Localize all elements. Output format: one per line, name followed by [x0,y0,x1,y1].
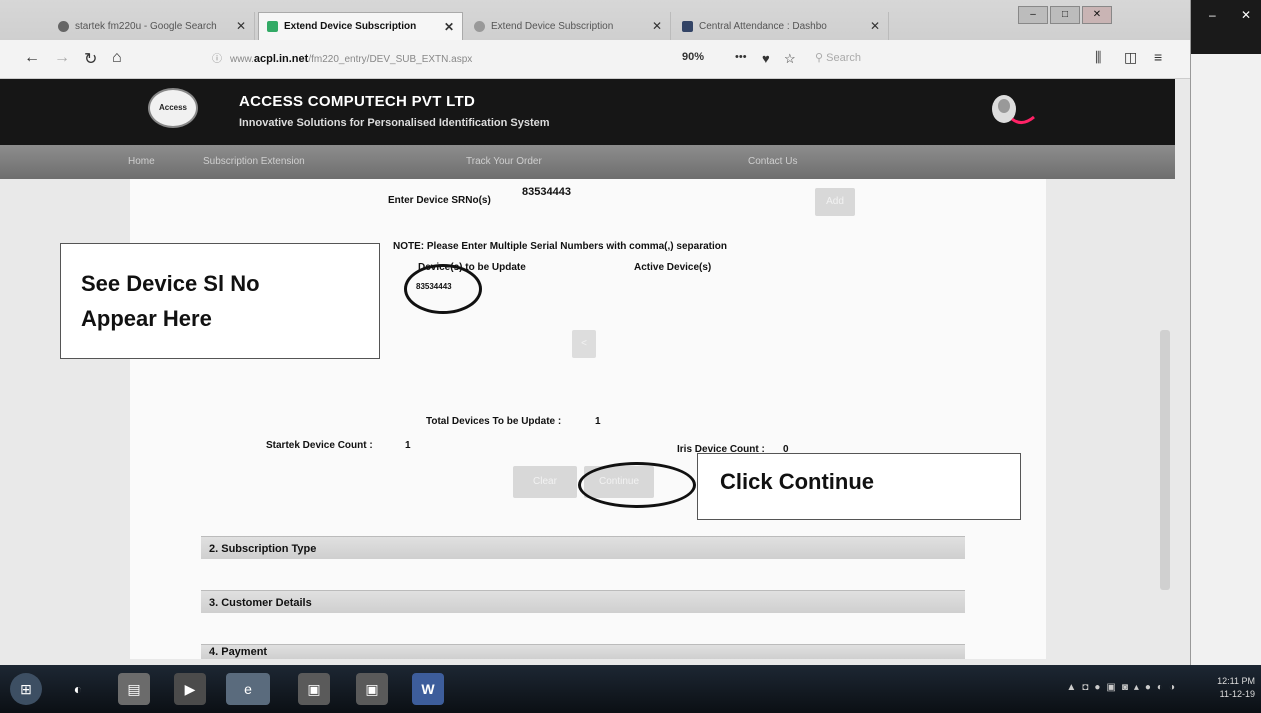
menu-item-subscription-extension[interactable]: Subscription Extension [203,156,305,167]
fingerprint-device-icon [992,95,1035,124]
site-favicon-icon [682,20,693,32]
page-scrollbar[interactable] [1160,330,1170,590]
home-icon[interactable]: ⌂ [112,49,122,67]
menu-item-contact-us[interactable]: Contact Us [748,156,797,167]
background-window-titlebar: – ✕ [1191,0,1261,54]
srno-input[interactable]: 83534443 [522,186,571,198]
site-menu: Home Subscription Extension Track Your O… [0,145,1175,179]
tab-central-attendance[interactable]: Central Attendance : Dashbo ✕ [674,12,889,40]
word-icon[interactable]: W [412,673,444,705]
close-window-button[interactable]: ✕ [1082,6,1112,24]
active-devices-label: Active Device(s) [634,262,712,273]
system-tray[interactable]: ▲◘●▣◙▴●◐◑ [1066,682,1181,693]
windows-taskbar: ⊞ ◐ ▤ ▶ e ▣ ▣ W ▲◘●▣◙▴●◐◑ 12:11 PM 11-12… [0,665,1261,713]
start-button[interactable]: ⊞ [10,673,42,705]
section-payment[interactable]: 4. Payment [201,644,965,659]
page-actions-icon[interactable]: ••• [735,51,747,63]
menu-item-home[interactable]: Home [128,156,155,167]
close-tab-icon[interactable]: ✕ [438,20,454,34]
background-window: – ✕ [1190,0,1261,665]
close-icon[interactable]: ✕ [1241,8,1251,22]
add-button[interactable]: Add [815,188,855,216]
pocket-icon[interactable]: ♥ [762,51,770,66]
site-header: Access ACCESS COMPUTECH PVT LTD Innovati… [0,79,1175,145]
maximize-button[interactable]: □ [1050,6,1080,24]
continue-callout: Click Continue [697,453,1021,520]
sidebar-icon[interactable]: ◫ [1124,49,1137,66]
total-devices-label: Total Devices To be Update : [426,416,562,427]
minimize-button[interactable]: – [1018,6,1048,24]
zoom-level[interactable]: 90% [682,51,704,63]
device-callout: See Device Sl No Appear Here [60,243,380,359]
menu-hamburger-icon[interactable]: ≡ [1154,49,1162,65]
app-icon-2[interactable]: ▣ [356,673,388,705]
highlight-oval-continue [578,462,696,508]
clear-button[interactable]: Clear [513,466,577,498]
file-explorer-icon[interactable]: ▤ [118,673,150,705]
library-icon[interactable]: ⫼ [1095,49,1101,66]
browser-nav-bar: ← → ↻ ⌂ ⓘ www.acpl.in.net/fm220_entry/DEV… [0,40,1190,79]
total-devices-value: 1 [595,416,601,427]
startek-count-label: Startek Device Count : [266,440,373,451]
move-device-button[interactable]: < [572,330,596,358]
info-icon: ⓘ [212,54,222,65]
startek-count-value: 1 [405,440,411,451]
bookmark-star-icon[interactable]: ☆ [784,51,796,67]
srno-label: Enter Device SRNo(s) [388,195,491,206]
highlight-oval-device [404,264,482,314]
app-icon-1[interactable]: ▣ [298,673,330,705]
window-controls: – □ ✕ [1018,6,1112,24]
tab-extend-device-subscription[interactable]: Extend Device Subscription ✕ [258,12,463,40]
company-tagline: Innovative Solutions for Personalised Id… [239,117,550,129]
browser-tab-bar: startek fm220u - Google Search ✕ Extend … [0,0,1190,40]
section-subscription-type[interactable]: 2. Subscription Type [201,536,965,559]
company-logo: Access [148,88,198,128]
internet-explorer-icon[interactable]: e [226,673,270,705]
close-tab-icon[interactable]: ✕ [864,19,880,33]
url-bar[interactable]: ⓘ www.acpl.in.net/fm220_entry/DEV_SUB_EXT… [212,48,902,70]
google-icon [58,20,69,32]
media-player-icon[interactable]: ▶ [174,673,206,705]
note-text: NOTE: Please Enter Multiple Serial Numbe… [393,241,727,252]
tab-extend-device-subscription-2[interactable]: Extend Device Subscription ✕ [466,12,671,40]
search-box[interactable]: ⚲ Search [815,51,861,64]
section-customer-details[interactable]: 3. Customer Details [201,590,965,613]
forward-arrow-icon[interactable]: → [54,49,70,67]
back-arrow-icon[interactable]: ← [24,49,40,67]
chrome-icon[interactable]: ◐ [62,673,94,705]
site-favicon-icon [267,21,278,32]
site-favicon-icon [474,20,485,32]
reload-icon[interactable]: ↻ [84,49,97,69]
close-tab-icon[interactable]: ✕ [230,19,246,33]
minimize-icon[interactable]: – [1209,8,1216,22]
close-tab-icon[interactable]: ✕ [646,19,662,33]
search-icon: ⚲ [815,52,827,64]
taskbar-clock[interactable]: 12:11 PM 11-12-19 [1217,675,1255,701]
company-name: ACCESS COMPUTECH PVT LTD [239,93,476,110]
menu-item-track-order[interactable]: Track Your Order [466,156,542,167]
tab-google-search[interactable]: startek fm220u - Google Search ✕ [50,12,255,40]
